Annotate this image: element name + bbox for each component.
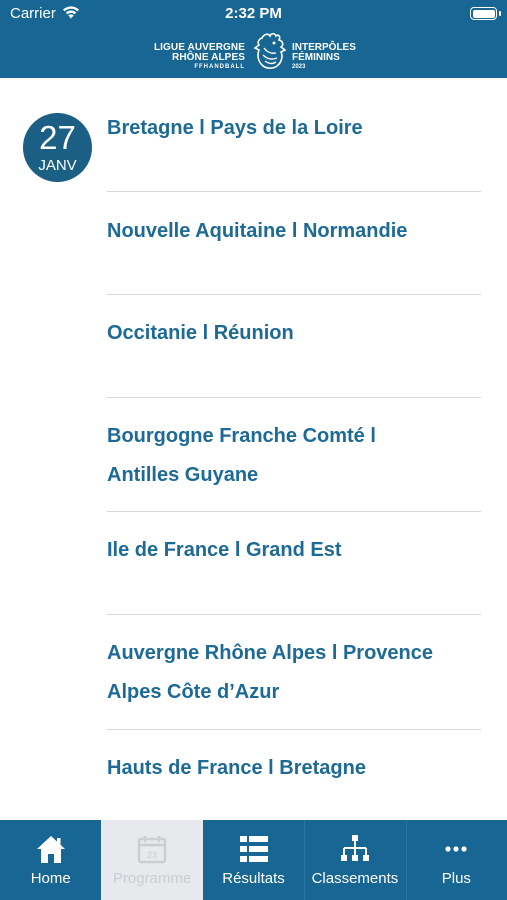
brand-logo: LIGUE AUVERGNE RHÔNE ALPES FFHANDBALL IN… [0,32,507,72]
divider [107,729,481,730]
match-item[interactable]: Ile de France l Grand Est [107,531,481,570]
tab-home[interactable]: Home [0,820,101,900]
hierarchy-icon [340,835,369,861]
tab-plus[interactable]: Plus [406,820,507,900]
calendar-icon: 23 [137,836,167,864]
league-name: LIGUE AUVERGNE RHÔNE ALPES FFHANDBALL [153,42,245,71]
match-item[interactable]: Bourgogne Franche Comté l Antilles Guyan… [107,417,481,495]
match-item[interactable]: Bretagne l Pays de la Loire [107,109,481,148]
divider [107,511,481,512]
match-item[interactable]: Occitanie l Réunion [107,314,481,353]
status-bar: Carrier 2:32 PM [0,0,507,28]
divider [107,614,481,615]
rooster-logo-icon [253,32,287,69]
tab-resultats[interactable]: Résultats [203,820,304,900]
clock-time: 2:32 PM [225,5,282,22]
divider [107,294,481,295]
match-item[interactable]: Nouvelle Aquitaine l Normandie [107,212,481,251]
list-icon [239,836,268,862]
event-name: INTERPÔLES FÉMININS 2023 [292,42,356,71]
tab-programme[interactable]: 23 Programme [101,820,203,900]
tab-separator [406,820,407,900]
date-badge: 27 JANV [23,113,92,182]
more-dots-icon [445,846,467,852]
battery-icon [470,7,501,20]
divider [107,397,481,398]
match-item[interactable]: Hauts de France l Bretagne [107,749,481,788]
tab-classements[interactable]: Classements [304,820,405,900]
tab-separator [304,820,305,900]
home-icon [36,836,65,863]
match-item[interactable]: Auvergne Rhône Alpes l Provence Alpes Cô… [107,634,481,712]
match-list[interactable]: 27 JANV Bretagne l Pays de la Loire Nouv… [0,78,507,820]
tab-bar: Home 23 Programme Résultats Classements … [0,820,507,900]
divider [107,191,481,192]
date-day: 27 [39,119,76,156]
app-header: Carrier 2:32 PM LIGUE AUVERGNE RHÔNE ALP… [0,0,507,78]
svg-text:23: 23 [147,850,157,860]
date-month: JANV [38,157,77,174]
